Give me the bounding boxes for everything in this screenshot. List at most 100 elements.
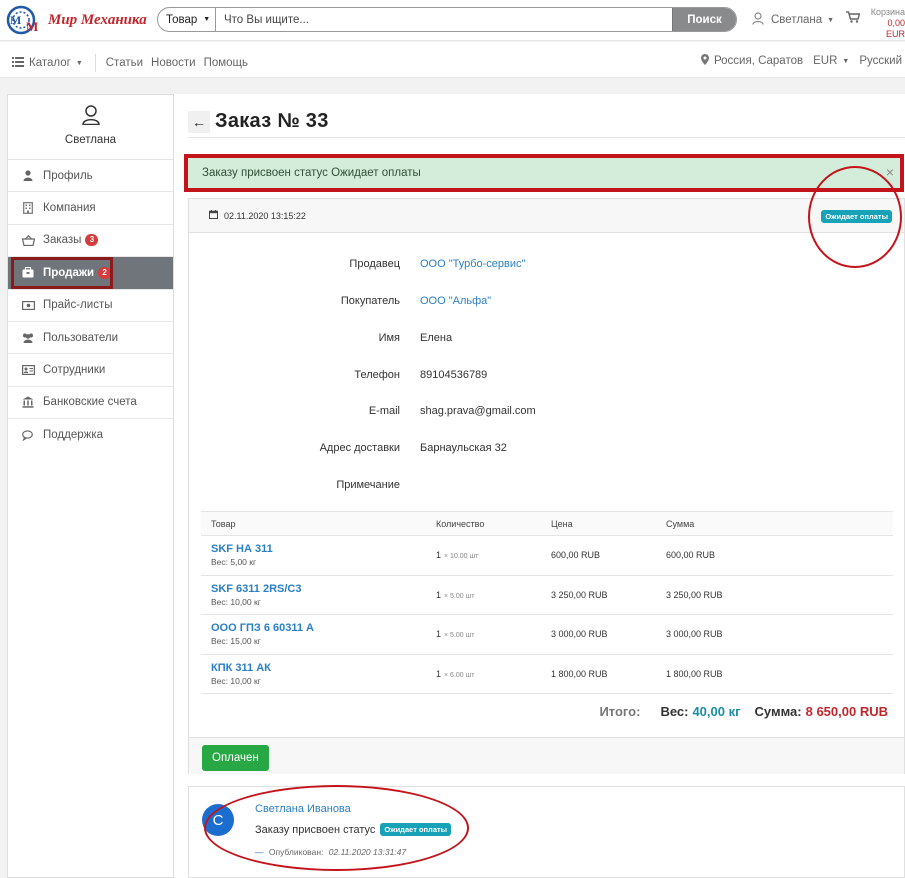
buyer-link[interactable]: ООО "Альфа" bbox=[420, 295, 491, 307]
sidebar-item-support[interactable]: Поддержка bbox=[8, 419, 173, 451]
caret-down-icon: ▼ bbox=[75, 59, 83, 67]
bank-icon bbox=[21, 395, 35, 409]
product-weight: Вес: 15,00 кг bbox=[211, 636, 261, 647]
product-link[interactable]: SKF НА 311 bbox=[211, 543, 426, 555]
weight-label: Вес: bbox=[660, 704, 689, 719]
cart-amount: 0,00 EUR bbox=[885, 18, 905, 39]
orders-count-badge: 3 bbox=[85, 234, 99, 247]
totals-label: Итого: bbox=[599, 704, 641, 719]
quantity: 1 bbox=[436, 668, 442, 679]
back-arrow-icon[interactable]: ← bbox=[188, 110, 210, 133]
user-icon bbox=[81, 105, 100, 128]
column-header: Количество bbox=[426, 511, 541, 536]
table-header-row: Товар Количество Цена Сумма bbox=[201, 511, 893, 536]
table-row: SKF НА 311 Вес: 5,00 кг 1 × 10.00 шт 600,0… bbox=[201, 535, 893, 576]
sidebar-item-label: Поддержка bbox=[43, 429, 103, 442]
caret-down-icon: ▼ bbox=[203, 16, 211, 23]
comment-author[interactable]: Светлана Иванова bbox=[255, 803, 351, 815]
order-card-header: 02.11.2020 13:15:22 Ожидает оплаты bbox=[189, 199, 904, 233]
search-input[interactable] bbox=[216, 8, 672, 31]
quantity-unit: × 5.00 шт bbox=[444, 632, 475, 640]
product-link[interactable]: SKF 6311 2RS/C3 bbox=[211, 583, 426, 595]
logo-icon: M M bbox=[6, 4, 46, 36]
table-row: ООО ГПЗ 6 60311 А Вес: 15,00 кг 1 × 5.00 ш… bbox=[201, 614, 893, 655]
info-row-buyer: Покупатель ООО "Альфа" bbox=[189, 295, 905, 307]
order-date: 02.11.2020 13:15:22 bbox=[224, 210, 306, 221]
page-title-bar: ← Заказ № 33 bbox=[188, 110, 329, 133]
field-label: Телефон bbox=[354, 369, 400, 381]
product-weight: Вес: 10,00 кг bbox=[211, 675, 261, 686]
price: 1 800,00 RUB bbox=[541, 654, 656, 694]
search-category-select[interactable]: Товар ▼ bbox=[158, 8, 216, 31]
sidebar-user: Светлана bbox=[8, 95, 173, 160]
search-category-label: Товар bbox=[166, 13, 198, 26]
language-selector[interactable]: Русский bbox=[859, 55, 902, 67]
divider bbox=[94, 54, 96, 72]
calendar-icon bbox=[209, 210, 218, 221]
site-logo[interactable]: M M Мир Механика bbox=[6, 4, 147, 36]
line-sum: 3 000,00 RUB bbox=[656, 614, 893, 655]
price: 600,00 RUB bbox=[541, 535, 656, 576]
sidebar-item-label: Компания bbox=[43, 202, 96, 215]
info-row-note: Примечание bbox=[189, 479, 905, 491]
seller-link[interactable]: ООО "Турбо-сервис" bbox=[420, 258, 525, 270]
sidebar-item-company[interactable]: Компания bbox=[8, 192, 173, 225]
line-sum: 1 800,00 RUB bbox=[656, 654, 893, 694]
sidebar-item-profile[interactable]: Профиль bbox=[8, 160, 173, 193]
nav-link-help[interactable]: Помощь bbox=[204, 57, 248, 69]
field-label: Имя bbox=[378, 332, 400, 344]
mark-paid-button[interactable]: Оплачен bbox=[202, 745, 269, 771]
catalog-menu[interactable]: Каталог ▼ bbox=[29, 57, 83, 69]
currency-selector[interactable]: EUR ▼ bbox=[813, 55, 849, 67]
sidebar-item-orders[interactable]: Заказы 3 bbox=[8, 225, 173, 258]
money-icon bbox=[21, 298, 35, 312]
language-label: Русский bbox=[859, 55, 902, 67]
comment-card: С Светлана Иванова Заказу присвоен стату… bbox=[188, 786, 905, 878]
comment-message: Заказу присвоен статус bbox=[255, 823, 376, 836]
column-header: Сумма bbox=[656, 511, 893, 536]
sidebar-item-users[interactable]: Пользователи bbox=[8, 322, 173, 355]
sidebar-item-employees[interactable]: Сотрудники bbox=[8, 354, 173, 387]
sidebar-item-label: Профиль bbox=[43, 169, 93, 182]
cart-button[interactable]: Корзина 0,00 EUR bbox=[846, 7, 905, 40]
sidebar-item-label: Пользователи bbox=[43, 331, 119, 344]
currency-label: EUR bbox=[813, 55, 838, 67]
sidebar-item-sales[interactable]: Продажи 2 bbox=[8, 257, 173, 290]
location-selector[interactable]: Россия, Саратов bbox=[700, 54, 804, 68]
published-date: 02.11.2020 13:31:47 bbox=[328, 847, 407, 857]
sum-label: Сумма: bbox=[754, 704, 802, 719]
user-menu-name: Светлана bbox=[771, 14, 823, 26]
total-sum: 8 650,00 RUB bbox=[805, 704, 888, 719]
sidebar-item-price-lists[interactable]: Прайс-листы bbox=[8, 290, 173, 322]
sidebar-user-name: Светлана bbox=[64, 134, 117, 146]
line-sum: 3 250,00 RUB bbox=[656, 575, 893, 615]
location-label: Россия, Саратов bbox=[713, 55, 804, 67]
comment-text: Заказу присвоен статус Ожидает оплаты bbox=[255, 823, 452, 836]
product-weight: Вес: 10,00 кг bbox=[211, 596, 261, 607]
search-button[interactable]: Поиск bbox=[672, 8, 736, 31]
product-link[interactable]: КПК 311 АК bbox=[211, 662, 426, 674]
status-badge: Ожидает оплаты bbox=[821, 210, 892, 223]
quantity: 1 bbox=[436, 550, 442, 561]
user-menu[interactable]: Светлана ▼ bbox=[752, 12, 834, 28]
order-items-table: Товар Количество Цена Сумма SKF НА 311 Ве… bbox=[201, 511, 893, 694]
close-icon[interactable]: × bbox=[886, 164, 894, 180]
user-icon bbox=[21, 169, 35, 183]
order-card-footer: Оплачен bbox=[189, 737, 904, 774]
field-value: Барнаульская 32 bbox=[420, 442, 507, 454]
users-icon bbox=[21, 331, 35, 345]
account-sidebar: Светлана Профиль Компания Заказы 3 Прода… bbox=[7, 94, 174, 878]
column-header: Товар bbox=[201, 511, 426, 536]
nav-link-news[interactable]: Новости bbox=[151, 57, 196, 69]
highlight-box bbox=[11, 257, 113, 290]
caret-down-icon: ▼ bbox=[827, 16, 835, 24]
sidebar-item-bank-accounts[interactable]: Банковские счета bbox=[8, 387, 173, 420]
field-label: E-mail bbox=[368, 405, 400, 417]
nav-link-articles[interactable]: Статьи bbox=[106, 57, 143, 69]
field-value: Елена bbox=[420, 332, 453, 344]
quantity: 1 bbox=[436, 629, 442, 640]
info-row-address: Адрес доставки Барнаульская 32 bbox=[189, 442, 905, 454]
avatar: С bbox=[202, 804, 234, 836]
product-link[interactable]: ООО ГПЗ 6 60311 А bbox=[211, 622, 426, 634]
price: 3 250,00 RUB bbox=[541, 575, 656, 615]
